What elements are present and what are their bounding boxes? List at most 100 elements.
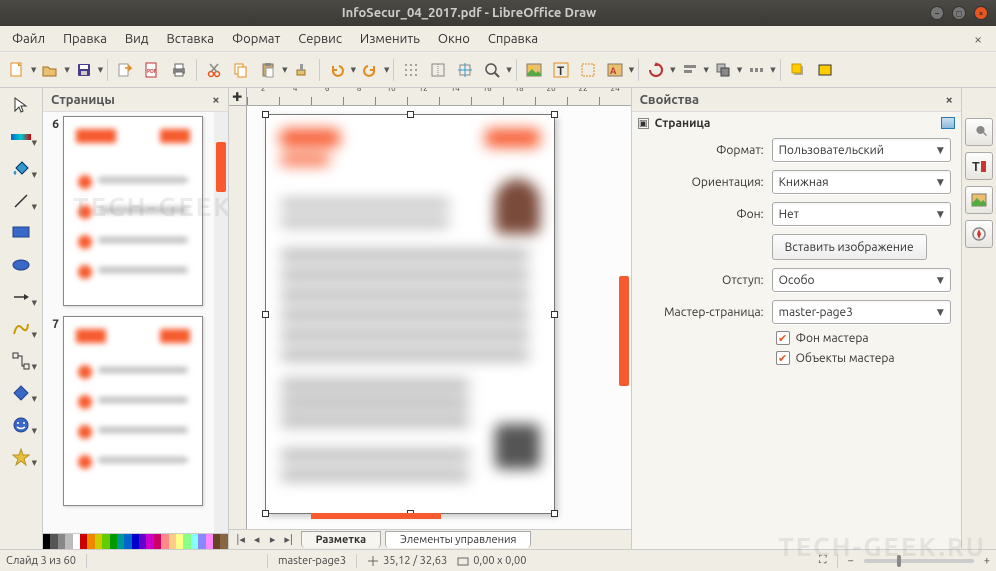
horizontal-ruler[interactable]: 24681012141618202224 [229,88,631,106]
status-fit-button[interactable]: ⛶ [819,554,827,567]
next-page-button[interactable]: ▸ [265,533,281,546]
insert-image-button[interactable] [521,57,547,83]
line-tool[interactable]: ▼ [4,188,38,214]
color-swatch[interactable] [183,534,190,549]
color-swatch[interactable] [87,534,94,549]
save-button[interactable] [71,57,97,83]
zoom-out-button[interactable]: − [848,555,854,567]
menu-edit[interactable]: Правка [55,29,115,49]
color-swatch[interactable] [161,534,168,549]
distribute-button[interactable] [743,57,769,83]
zoom-slider[interactable] [864,559,974,563]
export-button[interactable] [112,57,138,83]
color-swatch[interactable] [191,534,198,549]
insert-frame-button[interactable] [575,57,601,83]
properties-close-icon[interactable]: × [945,93,952,107]
paste-button[interactable] [255,57,281,83]
status-master-page[interactable]: master-page3 [278,555,346,567]
arrow-tool[interactable]: ▼ [4,284,38,310]
menu-tools[interactable]: Сервис [290,29,350,49]
properties-section-header[interactable]: ▣ Страница [632,112,961,134]
transform-button[interactable] [643,57,669,83]
color-swatch[interactable] [169,534,176,549]
copy-button[interactable] [228,57,254,83]
arrange-button[interactable] [710,57,736,83]
star-tool[interactable]: ▼ [4,444,38,470]
first-page-button[interactable]: |◂ [233,533,249,546]
master-page-combo[interactable]: master-page3▼ [772,300,951,324]
clone-format-button[interactable] [289,57,315,83]
menu-window[interactable]: Окно [430,29,478,49]
color-swatch[interactable] [146,534,153,549]
color-swatch[interactable] [220,534,227,549]
master-objects-checkbox[interactable]: ✔ [776,351,790,365]
gradient-tool[interactable]: ▼ [4,124,38,150]
grid-button[interactable] [398,57,424,83]
color-swatch[interactable] [95,534,102,549]
color-swatch[interactable] [80,534,87,549]
new-button[interactable] [4,57,30,83]
guides-button[interactable] [452,57,478,83]
orientation-combo[interactable]: Книжная▼ [772,170,951,194]
more-options-icon[interactable] [941,117,955,129]
cut-button[interactable] [201,57,227,83]
color-swatch[interactable] [154,534,161,549]
menu-insert[interactable]: Вставка [158,29,221,49]
print-button[interactable] [166,57,192,83]
last-page-button[interactable]: ▸| [281,533,297,546]
document-close-button[interactable]: × [964,28,992,50]
format-combo[interactable]: Пользовательский▼ [772,138,951,162]
open-button[interactable] [37,57,63,83]
crop-button[interactable] [812,57,838,83]
canvas-vertical-scrollbar[interactable] [619,276,629,386]
styles-tab-icon[interactable]: T [965,152,993,180]
color-swatch[interactable] [58,534,65,549]
fill-bucket-tool[interactable]: ▼ [4,156,38,182]
page-thumbnail[interactable] [63,316,203,506]
background-combo[interactable]: Нет▼ [772,202,951,226]
properties-tab-icon[interactable] [965,118,993,146]
pages-panel-body[interactable]: 6 7 [43,112,228,533]
margin-combo[interactable]: Особо▼ [772,268,951,292]
color-swatch[interactable] [73,534,80,549]
snap-lines-button[interactable] [425,57,451,83]
color-swatch[interactable] [139,534,146,549]
minimize-button[interactable]: – [930,6,944,20]
menu-view[interactable]: Вид [117,29,157,49]
undo-button[interactable] [324,57,350,83]
prev-page-button[interactable]: ◂ [249,533,265,546]
color-swatch[interactable] [43,534,50,549]
redo-button[interactable] [357,57,383,83]
tab-controls[interactable]: Элементы управления [385,531,531,548]
menu-format[interactable]: Формат [224,29,288,49]
color-swatch[interactable] [206,534,213,549]
align-button[interactable] [677,57,703,83]
pdf-export-button[interactable]: PDF [139,57,165,83]
insert-text-button[interactable]: T [548,57,574,83]
color-swatch[interactable] [50,534,57,549]
tab-layout[interactable]: Разметка [301,531,381,548]
pointer-tool[interactable] [4,92,38,118]
close-button[interactable]: × [974,6,988,20]
document-page[interactable] [265,114,555,514]
insert-image-button[interactable]: Вставить изображение [772,234,927,260]
ruler-origin-icon[interactable]: ✚ [229,88,247,106]
color-swatch[interactable] [65,534,72,549]
pages-panel-close-icon[interactable]: × [212,93,219,107]
basic-shapes-tool[interactable]: ▼ [4,380,38,406]
fontwork-button[interactable]: A [602,57,628,83]
symbol-shapes-tool[interactable]: ▼ [4,412,38,438]
zoom-button[interactable] [479,57,505,83]
menu-help[interactable]: Справка [480,29,546,49]
collapse-icon[interactable]: ▣ [638,118,649,129]
color-swatch[interactable] [176,534,183,549]
curve-tool[interactable]: ▼ [4,316,38,342]
menu-file[interactable]: Файл [4,29,53,49]
color-swatch[interactable] [124,534,131,549]
color-swatch[interactable] [110,534,117,549]
vertical-ruler[interactable] [229,106,247,529]
shadow-button[interactable] [785,57,811,83]
page-thumbnail[interactable] [63,116,203,306]
maximize-button[interactable]: ◻ [952,6,966,20]
connector-tool[interactable]: ▼ [4,348,38,374]
